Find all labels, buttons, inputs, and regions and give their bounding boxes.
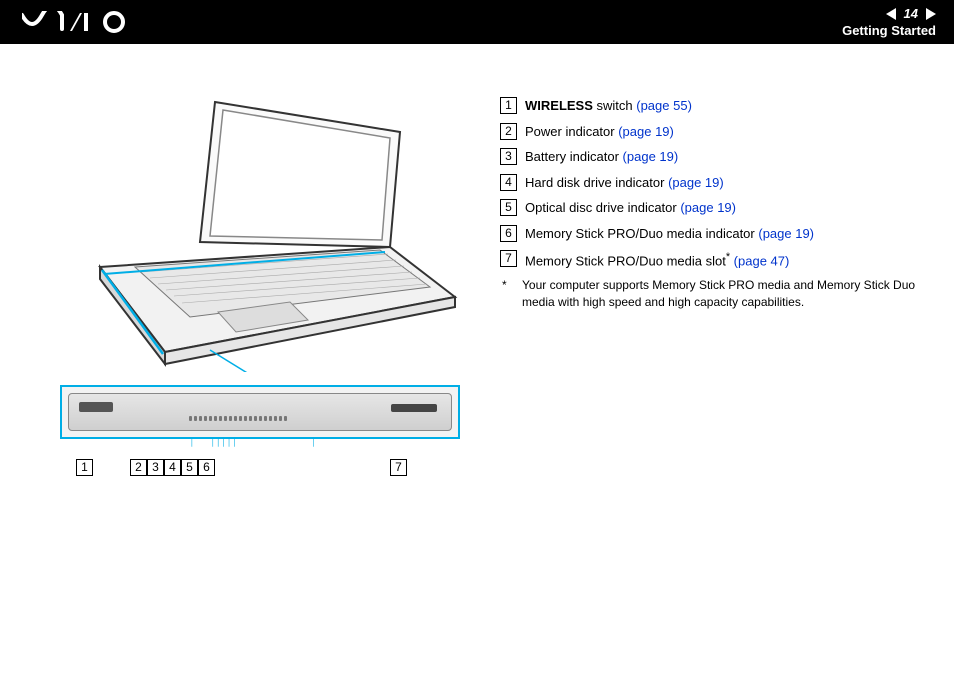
legend-text: switch [593,98,636,113]
legend-item: 3 Battery indicator (page 19) [500,147,928,167]
footnote-text: Your computer supports Memory Stick PRO … [522,277,928,311]
prev-page-arrow-icon[interactable] [886,8,896,20]
section-title: Getting Started [842,23,936,38]
page-content: 1 2 3 4 5 6 7 1 WIRELESS switch (page 55… [0,44,954,483]
illustration-column: 1 2 3 4 5 6 7 [60,92,460,483]
callout-number: 4 [164,459,181,476]
legend-text: Hard disk drive indicator [525,175,668,190]
legend-item: 2 Power indicator (page 19) [500,122,928,142]
page-nav: 14 Getting Started [842,6,936,38]
callout-number: 5 [181,459,198,476]
legend-text: Battery indicator [525,149,623,164]
laptop-illustration [60,92,460,372]
legend-number: 5 [500,199,517,216]
callout-number: 2 [130,459,147,476]
legend-number: 4 [500,174,517,191]
page-reference-link[interactable]: (page 19) [758,226,814,241]
footnote-star: * [500,277,512,311]
callout-numbers-row: 1 2 3 4 5 6 7 [60,459,460,483]
callout-number: 1 [76,459,93,476]
page-reference-link[interactable]: (page 47) [730,253,789,268]
footnote: * Your computer supports Memory Stick PR… [500,277,928,311]
legend-column: 1 WIRELESS switch (page 55) 2 Power indi… [500,92,928,483]
legend-item: 7 Memory Stick PRO/Duo media slot* (page… [500,249,928,271]
legend-item: 1 WIRELESS switch (page 55) [500,96,928,116]
legend-number: 1 [500,97,517,114]
legend-text: Memory Stick PRO/Duo media indicator [525,226,758,241]
legend-text: Memory Stick PRO/Duo media slot [525,253,726,268]
page-header: 14 Getting Started [0,0,954,44]
legend-item: 6 Memory Stick PRO/Duo media indicator (… [500,224,928,244]
legend-item: 4 Hard disk drive indicator (page 19) [500,173,928,193]
callout-number: 6 [198,459,215,476]
page-number: 14 [904,6,918,21]
page-reference-link[interactable]: (page 19) [668,175,724,190]
callout-number: 7 [390,459,407,476]
callout-number: 3 [147,459,164,476]
vaio-logo-svg [22,11,132,33]
legend-number: 7 [500,250,517,267]
page-reference-link[interactable]: (page 55) [636,98,692,113]
page-reference-link[interactable]: (page 19) [618,124,674,139]
next-page-arrow-icon[interactable] [926,8,936,20]
legend-number: 2 [500,123,517,140]
page-reference-link[interactable]: (page 19) [680,200,736,215]
front-edge-zoom [60,385,460,439]
legend-text: Power indicator [525,124,618,139]
legend-number: 6 [500,225,517,242]
vaio-logo [22,0,132,44]
legend-text: Optical disc drive indicator [525,200,680,215]
legend-item: 5 Optical disc drive indicator (page 19) [500,198,928,218]
legend-number: 3 [500,148,517,165]
legend-bold: WIRELESS [525,98,593,113]
page-reference-link[interactable]: (page 19) [623,149,679,164]
